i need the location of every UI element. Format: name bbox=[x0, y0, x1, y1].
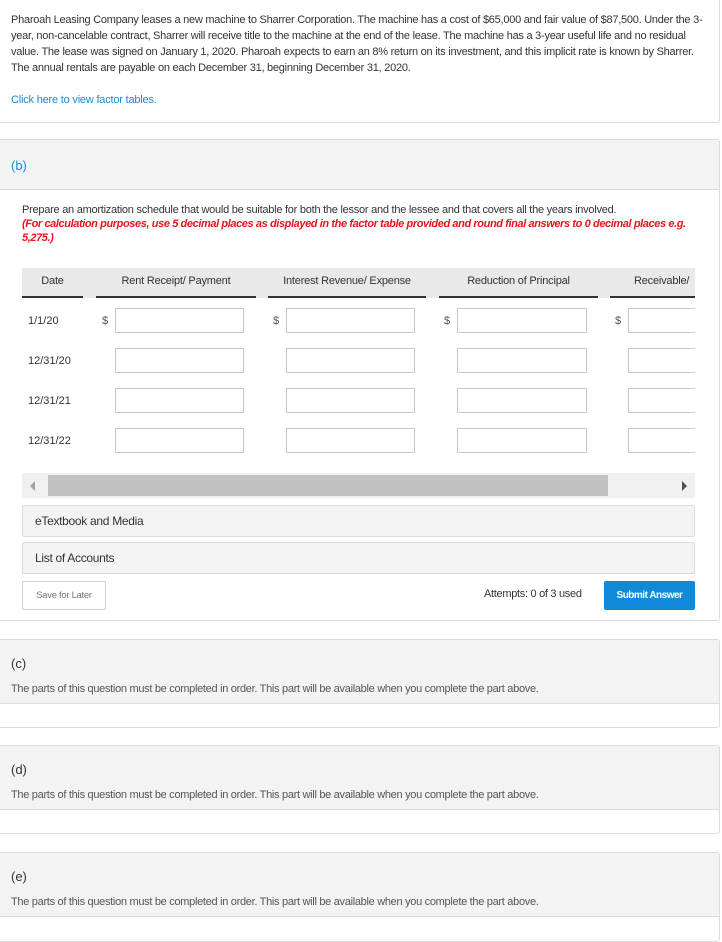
rent-input[interactable] bbox=[115, 388, 244, 413]
part-d-label: (d) bbox=[11, 762, 27, 777]
dollar-sign: $ bbox=[102, 315, 109, 327]
principal-input[interactable] bbox=[457, 428, 587, 453]
part-b-header: (b) bbox=[0, 140, 719, 190]
submit-answer-button[interactable]: Submit Answer bbox=[604, 581, 695, 610]
scrollbar-thumb[interactable] bbox=[48, 475, 608, 496]
attempts-counter: Attempts: 0 of 3 used bbox=[484, 588, 582, 600]
row-date: 12/31/22 bbox=[28, 435, 71, 447]
header-interest: Interest Revenue/ Expense bbox=[268, 268, 426, 298]
header-rent: Rent Receipt/ Payment bbox=[96, 268, 256, 298]
amortization-table: Date Rent Receipt/ Payment Interest Reve… bbox=[22, 268, 695, 473]
rent-input[interactable] bbox=[115, 308, 244, 333]
table-header: Date Rent Receipt/ Payment Interest Reve… bbox=[22, 268, 695, 298]
receivable-input[interactable] bbox=[628, 308, 695, 333]
part-b-instructions: Prepare an amortization schedule that wo… bbox=[22, 203, 702, 245]
row-date: 12/31/21 bbox=[28, 395, 71, 407]
list-of-accounts-panel[interactable]: List of Accounts bbox=[22, 542, 695, 574]
horizontal-scrollbar[interactable] bbox=[22, 473, 695, 498]
receivable-input[interactable] bbox=[628, 348, 695, 373]
principal-input[interactable] bbox=[457, 348, 587, 373]
rent-input[interactable] bbox=[115, 428, 244, 453]
dollar-sign: $ bbox=[273, 315, 280, 327]
problem-statement-card: Pharoah Leasing Company leases a new mac… bbox=[0, 0, 720, 123]
row-date: 1/1/20 bbox=[28, 315, 59, 327]
problem-statement: Pharoah Leasing Company leases a new mac… bbox=[11, 14, 703, 74]
part-d-locked-message: The parts of this question must be compl… bbox=[11, 789, 539, 801]
instruction-text: Prepare an amortization schedule that wo… bbox=[22, 204, 617, 216]
scroll-left-arrow-icon[interactable] bbox=[30, 481, 35, 491]
header-principal: Reduction of Principal bbox=[439, 268, 598, 298]
header-date: Date bbox=[22, 268, 83, 298]
table-row: 12/31/22 bbox=[22, 423, 695, 463]
factor-tables-link[interactable]: Click here to view factor tables. bbox=[11, 94, 157, 106]
row-date: 12/31/20 bbox=[28, 355, 71, 367]
dollar-sign: $ bbox=[615, 315, 622, 327]
interest-input[interactable] bbox=[286, 308, 415, 333]
interest-input[interactable] bbox=[286, 348, 415, 373]
save-for-later-button[interactable]: Save for Later bbox=[22, 581, 106, 610]
principal-input[interactable] bbox=[457, 308, 587, 333]
part-e-header: (e) The parts of this question must be c… bbox=[0, 853, 719, 917]
part-e-card: (e) The parts of this question must be c… bbox=[0, 852, 720, 942]
part-c-header: (c) The parts of this question must be c… bbox=[0, 640, 719, 704]
part-b-card: (b) Prepare an amortization schedule tha… bbox=[0, 139, 720, 621]
interest-input[interactable] bbox=[286, 428, 415, 453]
part-d-header: (d) The parts of this question must be c… bbox=[0, 746, 719, 810]
rent-input[interactable] bbox=[115, 348, 244, 373]
receivable-input[interactable] bbox=[628, 388, 695, 413]
part-e-label: (e) bbox=[11, 869, 27, 884]
part-d-card: (d) The parts of this question must be c… bbox=[0, 745, 720, 834]
scroll-right-arrow-icon[interactable] bbox=[682, 481, 687, 491]
header-receivable: Receivable/ bbox=[610, 268, 695, 298]
etextbook-media-panel[interactable]: eTextbook and Media bbox=[22, 505, 695, 537]
part-c-label: (c) bbox=[11, 656, 27, 671]
interest-input[interactable] bbox=[286, 388, 415, 413]
part-c-card: (c) The parts of this question must be c… bbox=[0, 639, 720, 728]
part-b-label: (b) bbox=[11, 158, 27, 173]
principal-input[interactable] bbox=[457, 388, 587, 413]
table-row: 12/31/21 bbox=[22, 383, 695, 423]
part-c-locked-message: The parts of this question must be compl… bbox=[11, 683, 539, 695]
dollar-sign: $ bbox=[444, 315, 451, 327]
table-row: 1/1/20 $ $ $ $ bbox=[22, 303, 695, 343]
receivable-input[interactable] bbox=[628, 428, 695, 453]
part-e-locked-message: The parts of this question must be compl… bbox=[11, 896, 539, 908]
calculation-note: (For calculation purposes, use 5 decimal… bbox=[22, 218, 686, 244]
table-row: 12/31/20 bbox=[22, 343, 695, 383]
